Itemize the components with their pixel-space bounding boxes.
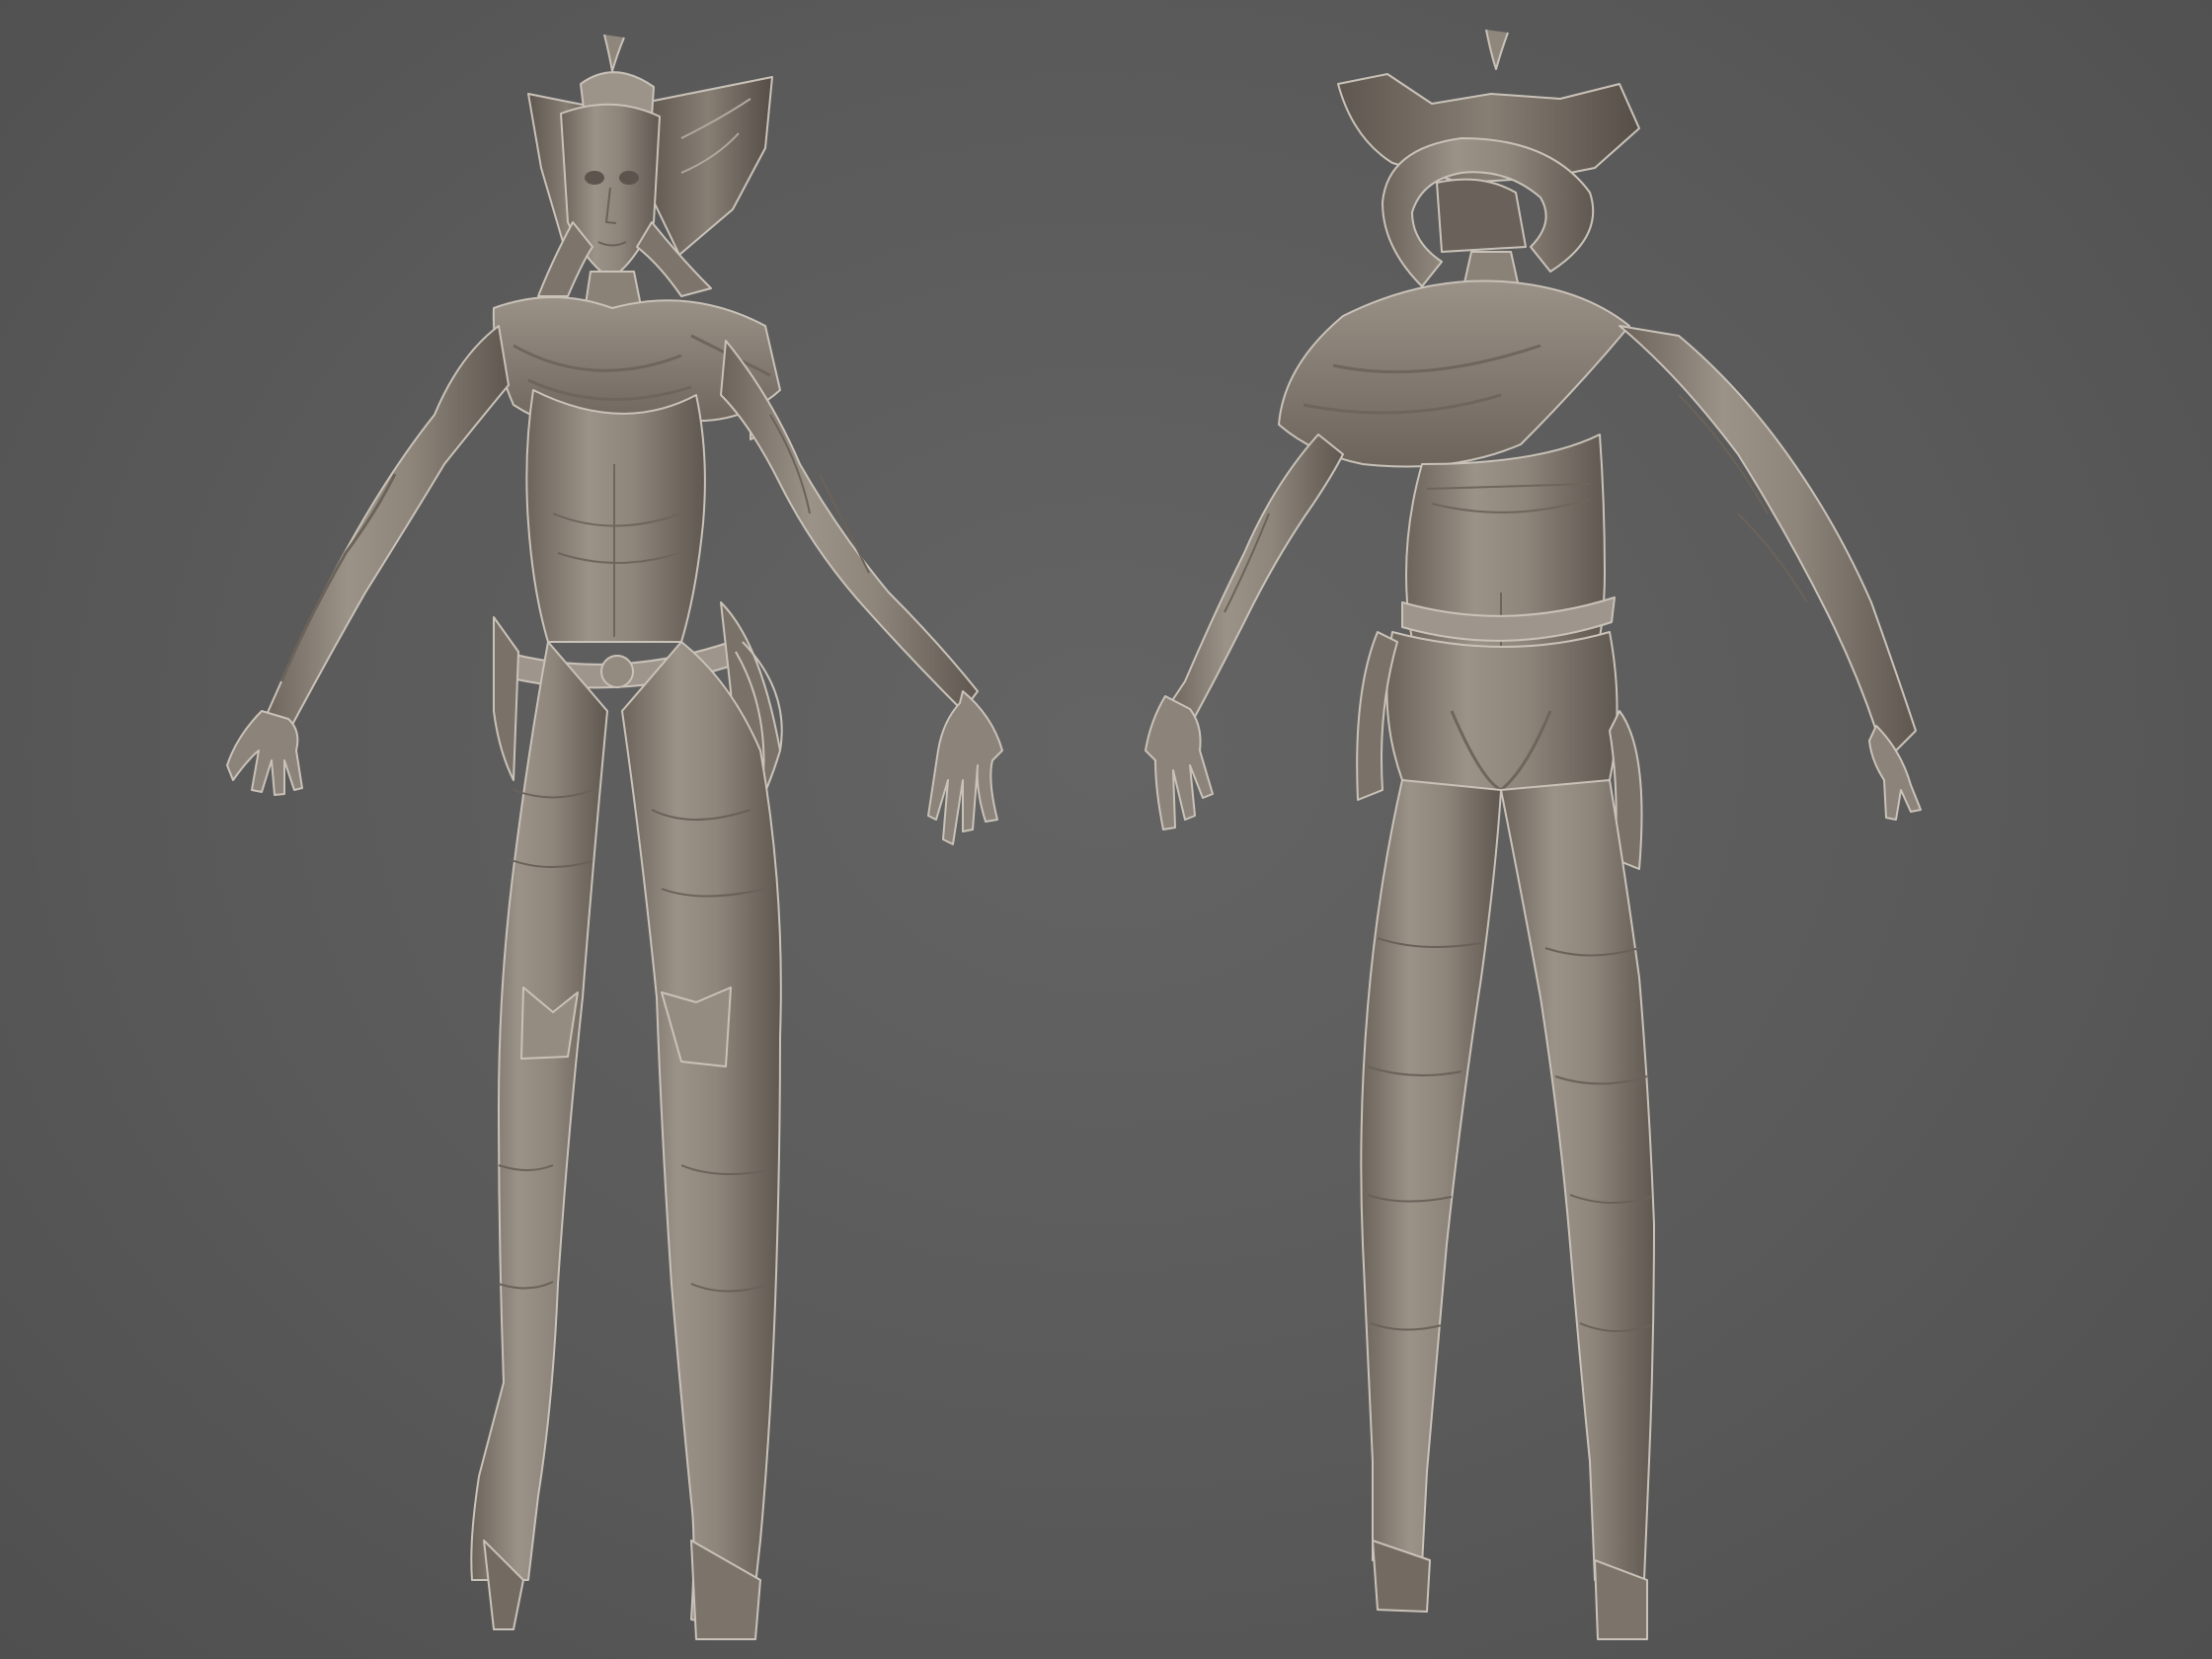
back-arm-right (1619, 325, 1917, 751)
headdress-right-wing (643, 76, 773, 256)
back-leg-left (1360, 779, 1502, 1566)
back-arm-left (1164, 434, 1344, 727)
leg-right (621, 641, 782, 1630)
figure-back (1145, 29, 1922, 1640)
hand-left (226, 710, 303, 796)
back-leg-right (1500, 779, 1655, 1581)
figure-front (226, 34, 1003, 1640)
leg-left (470, 641, 608, 1581)
torso (525, 389, 706, 643)
arm-right (720, 340, 979, 712)
headdress-crest (603, 34, 625, 72)
turnaround-render (226, 29, 1922, 1640)
clawed-hand-right (927, 690, 1003, 845)
headdress-crest-back (1485, 29, 1509, 70)
back-clawed-hand-left (1145, 695, 1214, 830)
render-viewport (0, 0, 2212, 1659)
arm-left (261, 325, 510, 737)
cape-back (1278, 279, 1630, 468)
